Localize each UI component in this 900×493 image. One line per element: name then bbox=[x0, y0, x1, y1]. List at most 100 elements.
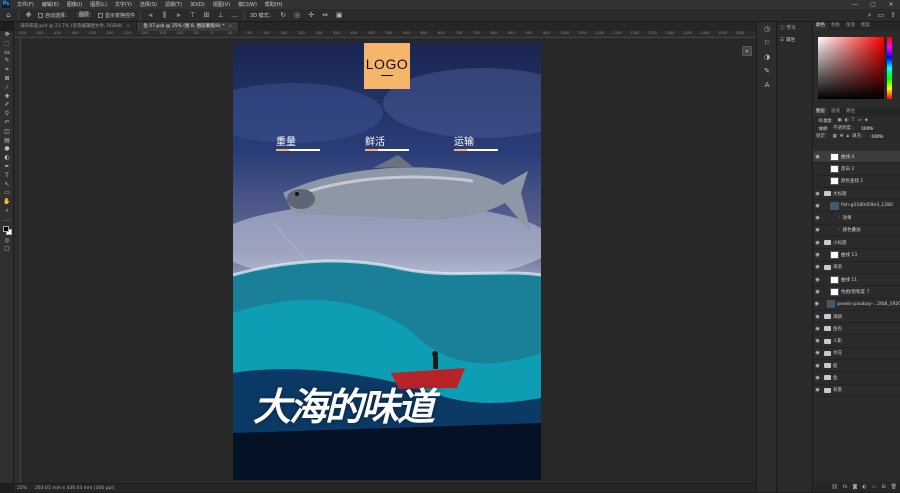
filter-pixel-icon[interactable]: ▣ bbox=[837, 118, 841, 123]
visibility-eye-icon[interactable]: ◉ bbox=[813, 203, 822, 209]
canvas-area[interactable]: LOGO 重量 鲜活 运输 大海的味道 « bbox=[21, 38, 756, 483]
eraser-tool-icon[interactable]: ◫ bbox=[0, 128, 14, 137]
close-button[interactable]: ✕ bbox=[882, 0, 900, 9]
layer-row[interactable]: ◉ 曲线 4 bbox=[813, 151, 900, 164]
menu-layer[interactable]: 图层(L) bbox=[86, 1, 111, 8]
visibility-eye-icon[interactable]: ◉ bbox=[813, 154, 822, 160]
ruler-vertical[interactable] bbox=[14, 38, 21, 483]
visibility-eye-icon[interactable]: ◉ bbox=[813, 227, 822, 233]
align-center-icon[interactable]: ⫼ bbox=[160, 11, 169, 20]
menu-window[interactable]: 窗口(W) bbox=[234, 1, 261, 8]
filter-shape-icon[interactable]: ▭ bbox=[857, 118, 861, 123]
crop-tool-icon[interactable]: ⌗ bbox=[0, 66, 14, 75]
color-swatches[interactable] bbox=[0, 225, 13, 237]
menu-select[interactable]: 选择(S) bbox=[136, 1, 161, 8]
show-transform-checkbox[interactable]: 显示变换控件 bbox=[98, 12, 135, 19]
more-tools-icon[interactable]: … bbox=[0, 216, 14, 225]
layer-row[interactable]: ◉ 人影 bbox=[813, 335, 900, 348]
menu-filter[interactable]: 滤镜(T) bbox=[161, 1, 186, 8]
zoom-tool-icon[interactable]: ⌕ bbox=[0, 207, 14, 216]
learn-icon[interactable]: ⚐ bbox=[757, 36, 777, 50]
3d-roll-icon[interactable]: ◎ bbox=[293, 11, 302, 20]
add-mask-icon[interactable]: ◙ bbox=[852, 484, 857, 490]
link-layers-icon[interactable]: ⛓ bbox=[831, 484, 837, 490]
layer-row[interactable]: ◉ 海鸥 bbox=[813, 311, 900, 324]
close-icon[interactable]: × bbox=[228, 22, 232, 31]
poster-canvas[interactable]: LOGO 重量 鲜活 运输 大海的味道 bbox=[233, 43, 541, 480]
search-icon[interactable]: ⌕ bbox=[868, 11, 872, 20]
layer-row[interactable]: ◉ 色相/饱和度 7 bbox=[813, 286, 900, 299]
visibility-eye-icon[interactable]: ◉ bbox=[813, 215, 822, 221]
filter-smart-icon[interactable]: ◈ bbox=[865, 118, 868, 123]
foreground-color[interactable] bbox=[3, 225, 9, 232]
visibility-eye-icon[interactable]: ◉ bbox=[813, 314, 822, 320]
layer-row[interactable]: ◉ 鱼钓 bbox=[813, 323, 900, 336]
visibility-eye-icon[interactable]: ◉ bbox=[813, 338, 822, 344]
align-left-icon[interactable]: ⫷ bbox=[146, 11, 155, 20]
history-icon[interactable]: ◷ bbox=[757, 22, 777, 36]
visibility-eye-icon[interactable]: ◉ bbox=[813, 264, 822, 270]
screen-mode-icon[interactable]: ▢ bbox=[0, 245, 14, 254]
hue-slider[interactable] bbox=[887, 37, 892, 99]
visibility-eye-icon[interactable]: ◉ bbox=[813, 301, 821, 307]
fill-input[interactable]: 100% bbox=[868, 133, 886, 139]
color-picker-field[interactable] bbox=[818, 37, 884, 99]
auto-select-dropdown[interactable]: 图层 bbox=[75, 11, 94, 19]
menu-file[interactable]: 文件(F) bbox=[13, 1, 38, 8]
dodge-tool-icon[interactable]: ◐ bbox=[0, 154, 14, 163]
visibility-eye-icon[interactable]: ◉ bbox=[813, 375, 822, 381]
opacity-input[interactable]: 100% bbox=[858, 125, 876, 131]
maximize-button[interactable]: ▢ bbox=[864, 0, 882, 9]
visibility-eye-icon[interactable]: ◉ bbox=[813, 363, 822, 369]
visibility-eye-icon[interactable]: ◉ bbox=[813, 289, 822, 295]
quick-select-tool-icon[interactable]: ✎ bbox=[0, 57, 14, 66]
tab-paths[interactable]: 路径 bbox=[843, 108, 858, 116]
quick-mask-icon[interactable]: ◎ bbox=[0, 237, 14, 246]
layer-row[interactable]: 颜色查找 1 bbox=[813, 176, 900, 188]
lock-move-icon[interactable]: ✥ bbox=[840, 134, 844, 139]
layer-kind-filter[interactable]: Q 类型 bbox=[816, 117, 835, 123]
brush-settings-icon[interactable]: ✎ bbox=[757, 64, 777, 78]
more-options-icon[interactable]: … bbox=[230, 11, 239, 20]
menu-view[interactable]: 视图(V) bbox=[209, 1, 234, 8]
menu-edit[interactable]: 编辑(E) bbox=[38, 1, 63, 8]
new-group-icon[interactable]: ▭ bbox=[872, 484, 877, 490]
visibility-eye-icon[interactable]: ◉ bbox=[813, 326, 822, 332]
frame-tool-icon[interactable]: ⊠ bbox=[0, 75, 14, 84]
lasso-tool-icon[interactable]: ᔓ bbox=[0, 49, 14, 58]
layer-row[interactable]: ◉ 曲线 13 bbox=[813, 249, 900, 262]
menu-image[interactable]: 图像(I) bbox=[63, 1, 86, 8]
artboard-tool-icon[interactable]: ⬚ bbox=[0, 40, 14, 49]
layer-row[interactable]: ◉ 曲线 11 bbox=[813, 274, 900, 287]
learn-panel-tab[interactable]: ⓘ 学习 bbox=[777, 22, 812, 34]
shape-tool-icon[interactable]: ▭ bbox=[0, 189, 14, 198]
layer-row[interactable]: ◉ fish-g2180d59e3_1280 bbox=[813, 200, 900, 213]
tab-document-2[interactable]: 鱼 07.psb @ 25% (图 8, 图层蒙版/8) * × bbox=[137, 22, 240, 31]
visibility-eye-icon[interactable]: ◉ bbox=[813, 252, 822, 258]
tab-patterns[interactable]: 图案 bbox=[858, 22, 873, 30]
document-info[interactable]: 263.01 mm x 436.03 mm (300 ppi) bbox=[35, 484, 114, 492]
path-select-tool-icon[interactable]: ↖ bbox=[0, 181, 14, 190]
filter-adjust-icon[interactable]: ◐ bbox=[845, 118, 849, 123]
auto-select-checkbox[interactable]: 自动选择： bbox=[38, 12, 70, 19]
layer-row[interactable]: ◉ 大标题 bbox=[813, 188, 900, 201]
close-icon[interactable]: × bbox=[127, 22, 131, 31]
zoom-level[interactable]: 25% bbox=[17, 484, 27, 492]
layer-row[interactable]: ◉ 水花 bbox=[813, 348, 900, 361]
blend-mode-dropdown[interactable]: 穿透 bbox=[816, 125, 830, 131]
tab-swatches[interactable]: 色板 bbox=[828, 22, 843, 30]
menu-3d[interactable]: 3D(D) bbox=[186, 2, 209, 8]
history-brush-tool-icon[interactable]: ↶ bbox=[0, 119, 14, 128]
blur-tool-icon[interactable]: ● bbox=[0, 145, 14, 154]
layer-row[interactable]: ◉ 小标题 bbox=[813, 237, 900, 250]
pen-tool-icon[interactable]: ✒ bbox=[0, 163, 14, 172]
fx-icon[interactable]: fx bbox=[843, 484, 848, 490]
3d-pan-icon[interactable]: ✢ bbox=[307, 11, 316, 20]
new-adjustment-icon[interactable]: ◐ bbox=[862, 484, 866, 490]
ruler-horizontal[interactable]: -550 -500 -450 -400 -350 -300 -250 -200 -150 -100… bbox=[14, 31, 756, 38]
share-icon[interactable]: ⇪ bbox=[890, 11, 896, 20]
visibility-eye-icon[interactable]: ◉ bbox=[813, 191, 822, 197]
visibility-eye-icon[interactable]: ◉ bbox=[813, 350, 822, 356]
stamp-tool-icon[interactable]: ⚲ bbox=[0, 110, 14, 119]
layer-row[interactable]: ◉ pexels-pixabay-...2fb8_1920 bbox=[813, 299, 900, 311]
